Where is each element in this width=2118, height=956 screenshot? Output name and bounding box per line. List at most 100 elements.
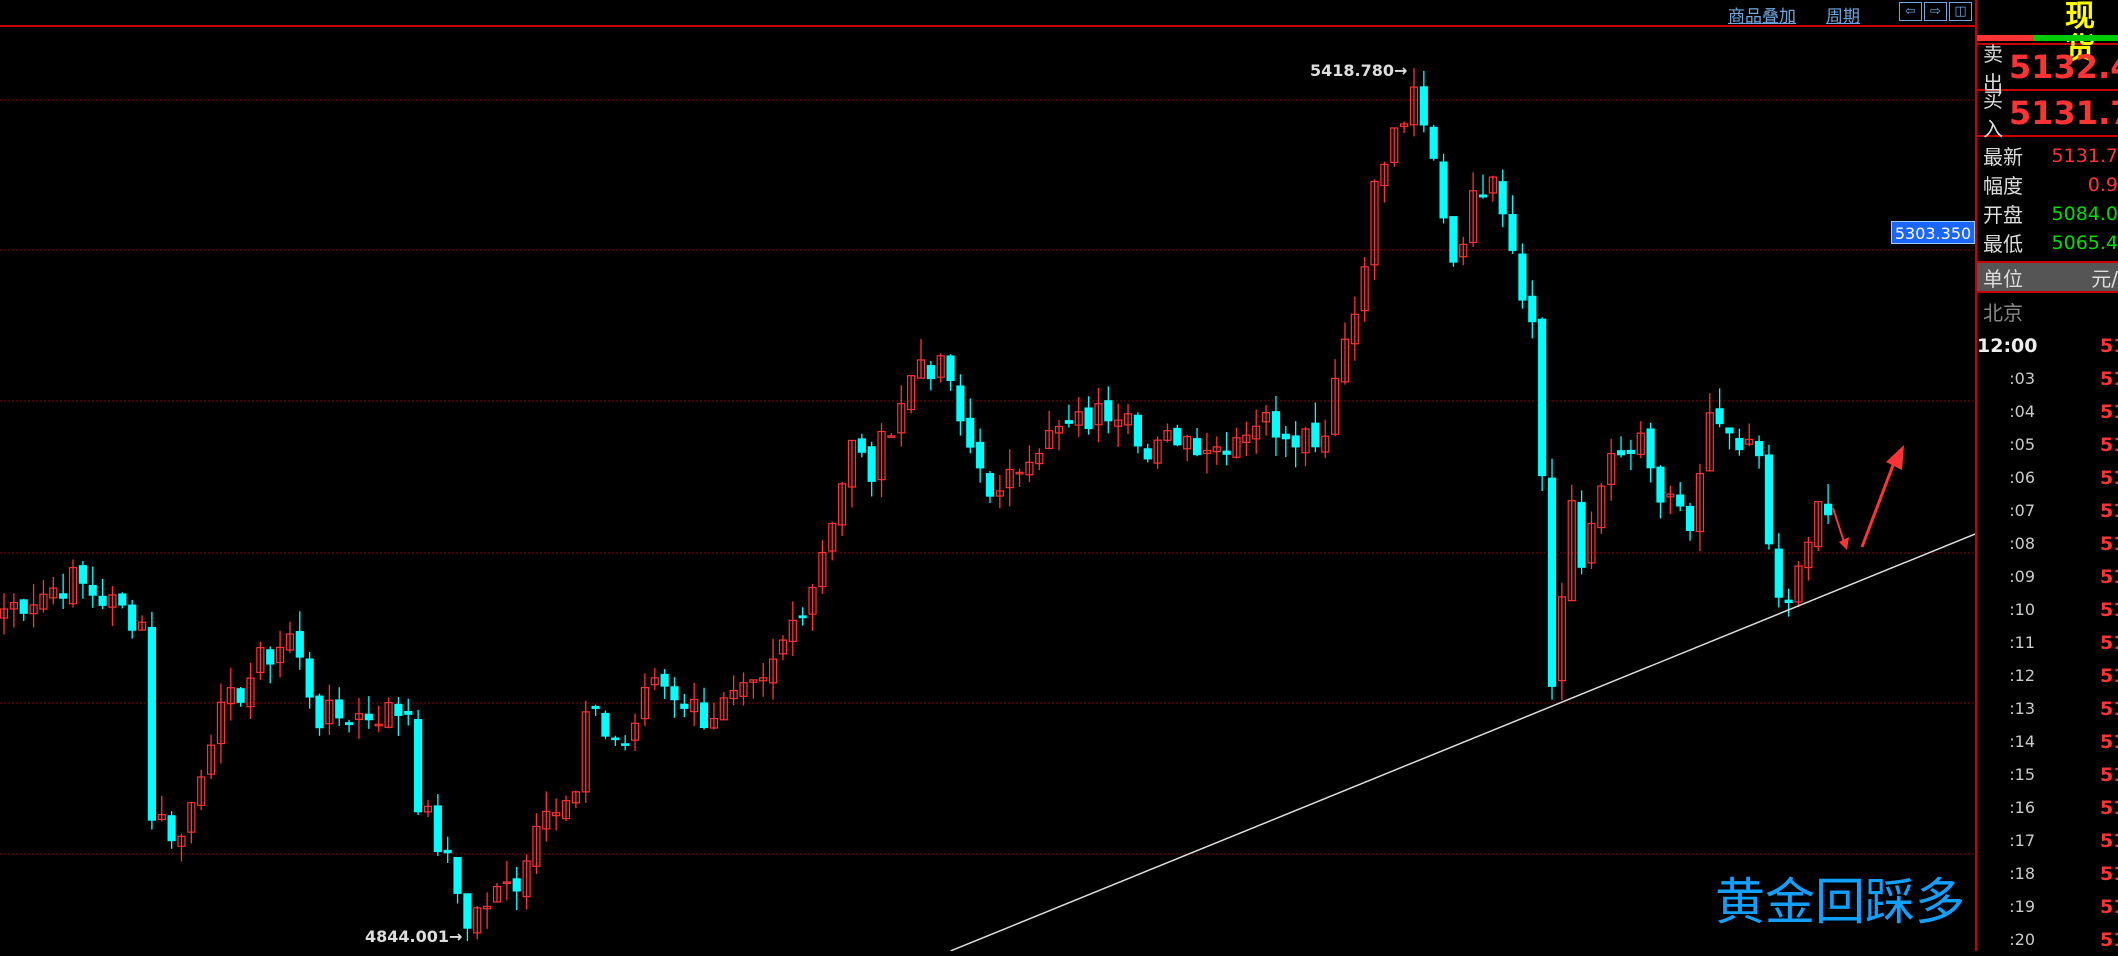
tick-time: :12 [2009,666,2035,685]
candle-body [236,688,245,703]
tick-row: :08 51 [1977,527,2118,560]
stat-label: 最低 [1983,232,2023,256]
up-arrow-head [1886,445,1904,470]
tick-price: 51 [2100,532,2118,555]
tick-row: :17 51 [1977,824,2118,857]
candle-body [1735,437,1744,451]
quote-panel: 现货 卖出5132.4 买入5131.7 最新5131.7幅度0.9开盘5084… [1975,0,2118,951]
tick-row: :12 51 [1977,659,2118,692]
tick-row: :14 51 [1977,725,2118,758]
overlay-commodity-link[interactable]: 商品叠加 [1728,2,1796,27]
candle-body [611,737,620,741]
tick-row: :06 51 [1977,461,2118,494]
tick-time: :04 [2009,402,2035,421]
tick-time: :18 [2009,864,2035,883]
candle-body [976,441,985,469]
stat-row: 开盘 5084.0 [1977,199,2118,228]
candle-body [1784,599,1793,604]
tick-time: 12:00 [1977,334,2038,357]
candle-body [591,705,600,710]
candle-body [857,438,866,453]
tick-row: :09 51 [1977,560,2118,593]
stat-row: 最新 5131.7 [1977,141,2118,170]
tick-row: :19 51 [1977,890,2118,923]
candle-body [1626,449,1636,454]
buy-price: 5131.7 [2009,94,2118,132]
candle-body [1429,126,1438,159]
candle-body [1192,438,1202,456]
tick-row: :15 51 [1977,758,2118,791]
high-price-label: 5418.780→ [1310,61,1408,80]
candle-body [1449,216,1458,263]
up-arrow-line [1860,459,1897,548]
tick-price: 51 [2100,466,2118,489]
tick-time: :09 [2009,567,2035,586]
tick-time: :03 [2009,369,2035,388]
candle-body [345,722,354,726]
candle-body [1439,161,1448,219]
toggle-panel-button[interactable]: ◫ [1949,2,1972,21]
candle-body [1478,194,1488,198]
candle-body [394,703,403,716]
candle-body [1271,411,1281,438]
candle-body [601,712,610,737]
candle-body [1291,435,1300,448]
candle-body [1518,253,1527,301]
candle-body [1311,422,1320,448]
tick-time: :07 [2009,501,2035,520]
candle-body [680,703,689,709]
candle-body [1538,318,1547,477]
candle-body [1419,86,1428,126]
candle-body [956,385,965,422]
tick-price: 51 [2100,730,2118,753]
candle-body [699,702,709,729]
candle-body [1508,213,1517,251]
stat-label: 最新 [1983,145,2023,169]
candlestick-chart[interactable] [0,0,1975,951]
scroll-right-button[interactable]: ⇨ [1924,2,1947,21]
candle-body [1646,428,1655,469]
tick-row: :11 51 [1977,626,2118,659]
candle-body [946,355,955,382]
candle-body [295,630,304,658]
tick-row: 12:00 51 [1977,329,2118,362]
sell-row: 卖出5132.4 [1977,42,2118,95]
candle-body [1281,433,1290,440]
tick-price: 51 [2100,433,2118,456]
candle-body [798,615,807,619]
tick-price: 51 [2100,895,2118,918]
tick-price: 51 [2100,862,2118,885]
tick-price: 51 [2100,565,2118,588]
tick-row: :04 51 [1977,395,2118,428]
candle-body [1774,548,1783,598]
tick-time: :19 [2009,897,2035,916]
period-link[interactable]: 周期 [1826,2,1860,27]
candle-body [926,365,935,380]
candle-body [1222,450,1231,455]
candle-body [1064,420,1073,424]
candle-body [670,686,679,701]
tick-price: 51 [2100,763,2118,786]
tick-time: :08 [2009,534,2035,553]
candle-body [128,604,137,631]
candle-body [512,878,521,892]
candle-body [266,649,275,665]
tick-row: :03 51 [1977,362,2118,395]
candle-body [315,695,324,729]
stat-value: 5084.0 [2051,202,2118,225]
tick-price: 51 [2100,400,2118,423]
tick-time: :06 [2009,468,2035,487]
candle-body [1823,503,1833,516]
crosshair-price-label: 5303.350 [1891,221,1975,244]
stat-label: 开盘 [1983,203,2023,227]
candle-body [414,718,423,813]
city-label: 北京 [1983,301,2023,325]
candle-body [1547,477,1557,687]
candle-body [1616,450,1626,456]
scroll-left-button[interactable]: ⇦ [1899,2,1922,21]
candle-body [1084,407,1093,430]
watermark-text: 黄金回踩多 [1715,873,1965,931]
tick-time: :11 [2009,633,2035,652]
tick-price: 51 [2100,367,2118,390]
tick-row: :05 51 [1977,428,2118,461]
